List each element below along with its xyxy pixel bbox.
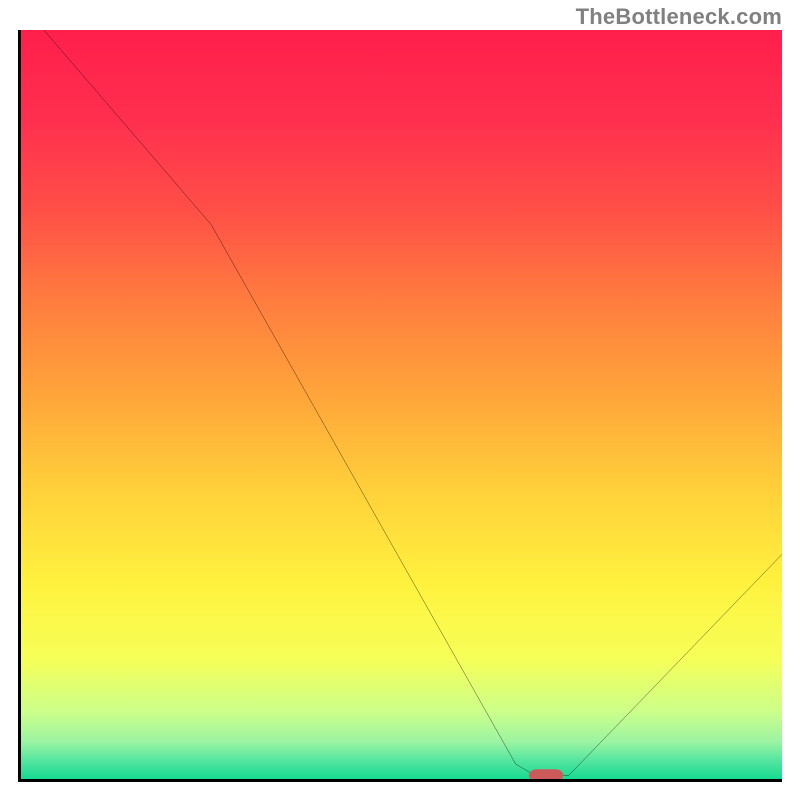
chart-frame: TheBottleneck.com	[0, 0, 800, 800]
gradient-rect	[21, 30, 782, 779]
plot-area	[18, 30, 782, 782]
chart-svg	[21, 30, 782, 779]
optimal-marker	[529, 769, 563, 779]
watermark-text: TheBottleneck.com	[576, 4, 782, 30]
